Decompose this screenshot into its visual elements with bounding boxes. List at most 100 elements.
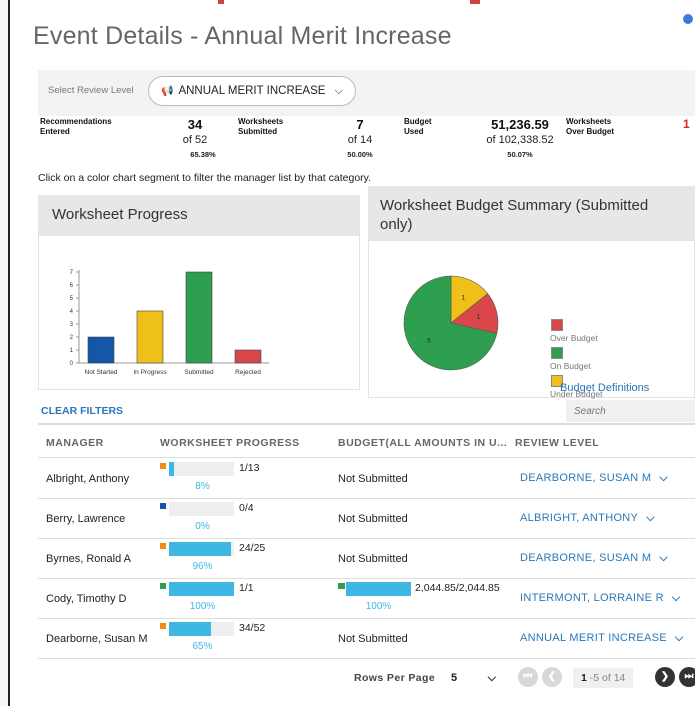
budget-amount: 2,044.85/2,044.85 bbox=[415, 582, 500, 594]
review-level-label: Select Review Level bbox=[48, 85, 134, 96]
legend-swatch-over[interactable] bbox=[551, 319, 563, 331]
review-level-dropdown[interactable]: ANNUAL MERIT INCREASE ⌵ bbox=[520, 632, 684, 645]
y-tick-label: 2 bbox=[70, 335, 74, 341]
page-indicator: 1 -5 of 14 bbox=[573, 668, 633, 688]
last-page-icon[interactable]: ⏭ bbox=[679, 667, 695, 687]
manager-name[interactable]: Berry, Lawrence bbox=[46, 513, 125, 525]
prev-page-icon[interactable]: ❮ bbox=[542, 667, 562, 687]
table-row[interactable]: Albright, Anthony 1/13 8% Not Submitted … bbox=[38, 459, 695, 499]
x-tick-label: Submitted bbox=[184, 369, 214, 376]
status-flag-icon bbox=[160, 463, 166, 469]
stat-budget-value: 51,236.59 bbox=[491, 117, 549, 132]
bar-in-progress[interactable] bbox=[136, 310, 164, 364]
stat-worksheets-value: 7 bbox=[356, 117, 364, 132]
worksheet-progress-panel: 0 1 2 3 4 5 6 7 Not Started In Progress Submitted R… bbox=[38, 235, 360, 390]
budget-status: Not Submitted bbox=[338, 553, 408, 565]
stat-recommendations-value: 34 bbox=[187, 117, 203, 132]
top-decoration bbox=[470, 0, 480, 4]
y-tick-label: 3 bbox=[70, 322, 74, 328]
progress-bar bbox=[169, 502, 234, 516]
table-row[interactable]: Cody, Timothy D 1/1 100% 2,044.85/2,044.… bbox=[38, 579, 695, 619]
header-budget[interactable]: BUDGET(ALL AMOUNTS IN U... bbox=[338, 437, 507, 449]
manager-name[interactable]: Albright, Anthony bbox=[46, 473, 129, 485]
table-row[interactable]: Dearborne, Susan M 34/52 65% Not Submitt… bbox=[38, 619, 695, 659]
legend-label-over[interactable]: Over Budget bbox=[550, 333, 598, 343]
chevron-down-icon: ⌵ bbox=[671, 592, 681, 604]
manager-name[interactable]: Dearborne, Susan M bbox=[46, 633, 148, 645]
bar-rejected[interactable] bbox=[234, 349, 262, 364]
pie-value-label: 5 bbox=[427, 338, 431, 345]
progress-count: 34/52 bbox=[239, 622, 266, 634]
table-row[interactable]: Berry, Lawrence 0/4 0% Not Submitted ALB… bbox=[38, 499, 695, 539]
budget-status: Not Submitted bbox=[338, 633, 408, 645]
y-tick-label: 1 bbox=[70, 348, 74, 354]
stat-recommendations-label: Recommendations Entered bbox=[40, 117, 112, 136]
y-tick-label: 7 bbox=[70, 270, 74, 276]
progress-percent: 0% bbox=[195, 521, 210, 532]
stat-worksheets-pct: 50.00% bbox=[347, 150, 373, 159]
review-level-select[interactable]: 📢 ANNUAL MERIT INCREASE ⌵ bbox=[148, 76, 356, 106]
budget-definitions-link[interactable]: Budget Definitions bbox=[560, 382, 649, 394]
stat-worksheets-of: of 14 bbox=[347, 134, 373, 146]
search-input[interactable] bbox=[566, 400, 695, 422]
manager-name[interactable]: Byrnes, Ronald A bbox=[46, 553, 131, 565]
next-page-icon[interactable]: ❯ bbox=[655, 667, 675, 687]
progress-percent: 96% bbox=[192, 561, 213, 572]
stat-recommendations-of: of 52 bbox=[182, 134, 208, 146]
bar-not-started[interactable] bbox=[87, 336, 115, 364]
progress-bar bbox=[169, 582, 234, 596]
clear-filters-link[interactable]: CLEAR FILTERS bbox=[41, 405, 123, 417]
legend-swatch-on[interactable] bbox=[551, 347, 563, 359]
table-row[interactable]: Byrnes, Ronald A 24/25 96% Not Submitted… bbox=[38, 539, 695, 579]
review-level-dropdown[interactable]: DEARBORNE, SUSAN M ⌵ bbox=[520, 552, 668, 565]
manager-name[interactable]: Cody, Timothy D bbox=[46, 593, 127, 605]
rows-per-page-select[interactable]: 5 ⌵ bbox=[447, 668, 502, 688]
chevron-down-icon: ⌵ bbox=[674, 632, 684, 644]
header-manager[interactable]: MANAGER bbox=[46, 437, 104, 449]
budget-summary-panel: 1 1 5 bbox=[368, 240, 695, 398]
top-decoration bbox=[218, 0, 224, 4]
header-review-level[interactable]: REVIEW LEVEL bbox=[515, 437, 599, 449]
review-level-dropdown[interactable]: INTERMONT, LORRAINE R ⌵ bbox=[520, 592, 680, 605]
table-header: MANAGER WORKSHEET PROGRESS BUDGET(ALL AM… bbox=[38, 423, 695, 458]
progress-bar bbox=[169, 622, 234, 636]
bar-submitted[interactable] bbox=[185, 271, 213, 364]
stat-budget-pct: 50.07% bbox=[507, 150, 533, 159]
chevron-down-icon: ⌵ bbox=[659, 472, 668, 484]
review-level-dropdown[interactable]: ALBRIGHT, ANTHONY ⌵ bbox=[520, 512, 655, 525]
worksheet-progress-chart[interactable]: 0 1 2 3 4 5 6 7 Not Started In Progress Submitted R… bbox=[39, 236, 359, 389]
chevron-down-icon: ⌵ bbox=[659, 552, 668, 564]
chevron-down-icon: ⌵ bbox=[646, 512, 655, 524]
budget-flag-icon bbox=[338, 583, 345, 589]
budget-status: Not Submitted bbox=[338, 513, 408, 525]
review-level-dropdown[interactable]: DEARBORNE, SUSAN M ⌵ bbox=[520, 472, 668, 485]
stat-budget-of: of 102,338.52 bbox=[486, 134, 554, 146]
pie-value-label: 1 bbox=[461, 295, 465, 302]
progress-count: 1/1 bbox=[239, 582, 254, 594]
y-tick-label: 0 bbox=[70, 361, 74, 367]
y-tick-label: 6 bbox=[70, 283, 74, 289]
review-level-value: ANNUAL MERIT INCREASE bbox=[178, 85, 326, 97]
budget-summary-chart[interactable]: 1 1 5 bbox=[369, 241, 539, 391]
budget-summary-title: Worksheet Budget Summary (Submitted only… bbox=[368, 186, 695, 240]
first-page-icon[interactable]: ⏮ bbox=[518, 667, 538, 687]
progress-count: 1/13 bbox=[239, 462, 260, 474]
stat-over-budget-value[interactable]: 1 bbox=[683, 117, 690, 131]
progress-count: 24/25 bbox=[239, 542, 266, 554]
progress-bar bbox=[169, 462, 234, 476]
status-flag-icon bbox=[160, 543, 166, 549]
progress-percent: 65% bbox=[192, 641, 213, 652]
legend-label-on[interactable]: On Budget bbox=[550, 361, 591, 371]
help-icon[interactable] bbox=[683, 14, 693, 24]
review-level-bar: Select Review Level 📢 ANNUAL MERIT INCREA… bbox=[38, 70, 695, 116]
stat-worksheets-label: Worksheets Submitted bbox=[238, 117, 284, 136]
chart-instructions: Click on a color chart segment to filter… bbox=[38, 172, 372, 184]
pie-value-label: 1 bbox=[477, 314, 481, 321]
budget-bar bbox=[346, 582, 411, 596]
budget-status: Not Submitted bbox=[338, 473, 408, 485]
x-tick-label: In Progress bbox=[133, 369, 167, 376]
progress-count: 0/4 bbox=[239, 502, 254, 514]
header-worksheet-progress[interactable]: WORKSHEET PROGRESS bbox=[160, 437, 300, 449]
progress-bar bbox=[169, 542, 234, 556]
megaphone-icon: 📢 bbox=[161, 86, 174, 97]
